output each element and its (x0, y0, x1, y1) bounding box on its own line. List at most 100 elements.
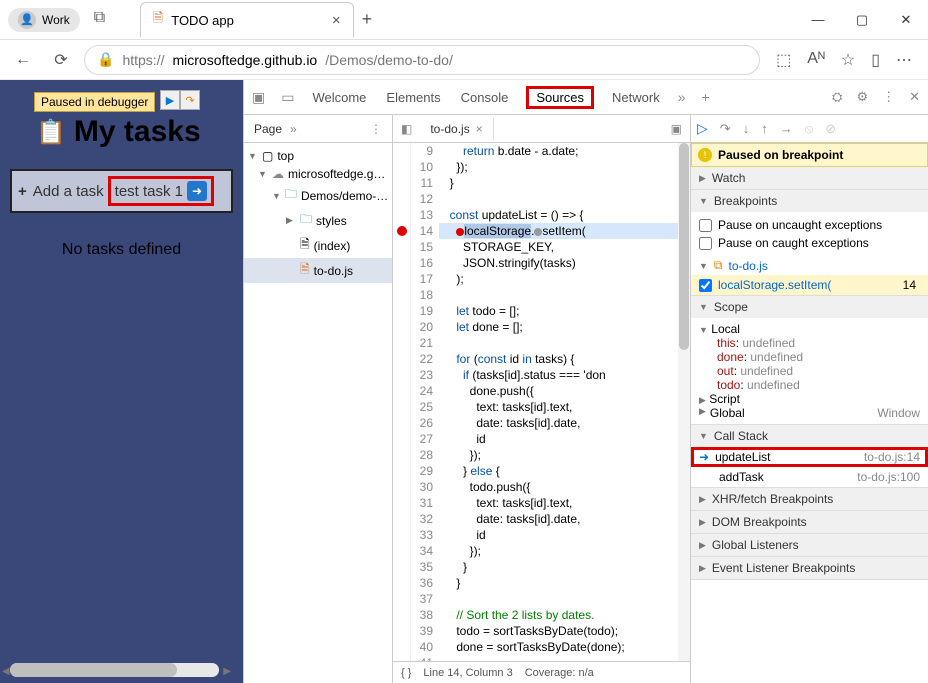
scope-var: todo: undefined (717, 378, 920, 392)
browser-tab[interactable]: 🗎 TODO app × (140, 2, 354, 37)
new-tab-button[interactable]: + (362, 9, 373, 30)
scope-script[interactable]: ▶ Script (699, 392, 920, 406)
resume-icon[interactable]: ▶ (160, 90, 180, 110)
paused-message: !Paused on breakpoint (691, 143, 928, 167)
more-tabs-icon[interactable]: » (678, 89, 686, 105)
tree-top[interactable]: ▼▢top (244, 147, 392, 165)
close-icon[interactable]: × (332, 12, 341, 29)
scope-var: out: undefined (717, 364, 920, 378)
editor-scrollbar[interactable] (678, 143, 690, 661)
task-input[interactable]: test task 1 (115, 183, 183, 200)
section-xhr[interactable]: ▶XHR/fetch Breakpoints (691, 488, 928, 510)
issues-icon[interactable]: ⛭ (832, 89, 842, 105)
kebab-icon[interactable]: ⋮ (882, 89, 895, 105)
paused-badge: Paused in debugger (34, 92, 155, 112)
close-editor-tab-icon[interactable]: × (476, 122, 483, 136)
tab-sources[interactable]: Sources (526, 86, 594, 109)
section-global-listeners[interactable]: ▶Global Listeners (691, 534, 928, 556)
bp-file-row[interactable]: ▼⧉to-do.js (691, 256, 928, 275)
section-event-listener[interactable]: ▶Event Listener Breakpoints (691, 557, 928, 579)
tab-network[interactable]: Network (610, 86, 662, 109)
address-bar: ← ⟳ 🔒 https://microsoftedge.github.io/De… (0, 40, 928, 80)
url-field[interactable]: 🔒 https://microsoftedge.github.io/Demos/… (84, 45, 760, 75)
more-icon[interactable]: ⋯ (896, 50, 912, 70)
resume-button[interactable]: ▷ (697, 120, 708, 137)
scroll-right-icon[interactable]: ▶ (223, 666, 231, 677)
tab-welcome[interactable]: Welcome (310, 86, 368, 109)
bp-entry[interactable]: localStorage.setItem(14 (691, 275, 928, 295)
tree-styles[interactable]: ▶🗀styles (244, 208, 392, 233)
refresh-button[interactable]: ⟳ (46, 50, 76, 70)
section-breakpoints[interactable]: ▼Breakpoints (691, 190, 928, 212)
navigator-toggle-icon[interactable]: ◧ (401, 122, 412, 136)
settings-icon[interactable]: ⚙ (856, 89, 868, 105)
profile-label: Work (42, 13, 70, 27)
submit-task-button[interactable]: ➜ (187, 181, 207, 201)
navigator-tab-page[interactable]: Page (254, 122, 282, 136)
add-task-form: + Add a task test task 1 ➜ (10, 169, 233, 213)
editor-pane: ◧ to-do.js× ▣ 91011121314151617181920212… (393, 115, 691, 683)
code-editor[interactable]: 9101112131415161718192021222324252627282… (393, 143, 690, 661)
step-button[interactable]: → (780, 121, 793, 136)
coverage-status: Coverage: n/a (525, 667, 594, 679)
section-callstack[interactable]: ▼Call Stack (691, 425, 928, 447)
more-nav-tabs-icon[interactable]: » (290, 122, 297, 136)
add-tab-icon[interactable]: + (702, 89, 710, 105)
cursor-position: Line 14, Column 3 (423, 667, 512, 679)
profile-button[interactable]: 👤 Work (8, 8, 80, 32)
rendered-page: Paused in debugger ▶ ↷ 📋 My tasks + Add … (0, 80, 243, 683)
tab-elements[interactable]: Elements (384, 86, 442, 109)
tab-title: TODO app (171, 13, 234, 28)
section-watch[interactable]: ▶Watch (691, 167, 928, 189)
scope-global[interactable]: ▶ GlobalWindow (699, 406, 920, 420)
section-dom[interactable]: ▶DOM Breakpoints (691, 511, 928, 533)
close-devtools-icon[interactable]: ✕ (909, 89, 920, 105)
read-aloud-icon[interactable]: Aᴺ (807, 50, 825, 70)
editor-tab[interactable]: to-do.js× (420, 118, 493, 140)
step-over-button[interactable]: ↷ (720, 121, 731, 137)
editor-statusbar: { } Line 14, Column 3 Coverage: n/a (393, 661, 690, 683)
scope-local[interactable]: ▼ Local (699, 322, 920, 336)
maximize-button[interactable]: ▢ (840, 0, 884, 40)
stack-frame[interactable]: addTaskto-do.js:100 (691, 467, 928, 487)
collections-icon[interactable]: ▯ (871, 50, 880, 70)
scope-var: done: undefined (717, 350, 920, 364)
add-task-label: Add a task (33, 183, 104, 200)
titlebar: 👤 Work ⧉ 🗎 TODO app × + — ▢ ✕ (0, 0, 928, 40)
scroll-left-icon[interactable]: ◀ (2, 666, 10, 677)
back-button[interactable]: ← (8, 51, 38, 69)
favorite-icon[interactable]: ☆ (841, 50, 855, 70)
editor-more-icon[interactable]: ▣ (663, 122, 690, 136)
pause-exceptions-button[interactable]: ⊘ (825, 121, 836, 137)
plus-icon: + (18, 183, 27, 200)
empty-state: No tasks defined (10, 241, 233, 259)
stack-frame[interactable]: ➜updateListto-do.js:14 (691, 447, 928, 467)
clipboard-icon: 📋 (36, 118, 66, 147)
deactivate-bp-button[interactable]: ⦸ (805, 121, 813, 137)
page-title: My tasks (74, 115, 201, 149)
file-tree: ▼▢top ▼☁microsoftedge.g… ▼🗀Demos/demo-… … (244, 143, 392, 287)
horizontal-scrollbar[interactable] (10, 663, 219, 677)
tree-folder[interactable]: ▼🗀Demos/demo-… (244, 183, 392, 208)
device-icon[interactable]: ▭ (281, 89, 294, 106)
inspect-icon[interactable]: ▣ (252, 89, 265, 106)
minimize-button[interactable]: — (796, 0, 840, 40)
step-over-icon[interactable]: ↷ (180, 90, 200, 110)
step-into-button[interactable]: ↓ (743, 121, 750, 136)
pause-caught-checkbox[interactable]: Pause on caught exceptions (699, 234, 920, 252)
scope-var: this: undefined (717, 336, 920, 350)
tree-domain[interactable]: ▼☁microsoftedge.g… (244, 165, 392, 183)
section-scope[interactable]: ▼Scope (691, 296, 928, 318)
tree-todojs[interactable]: 🗎to-do.js (244, 258, 392, 283)
tree-index[interactable]: 🗎(index) (244, 233, 392, 258)
navigator-kebab-icon[interactable]: ⋮ (370, 122, 382, 136)
pause-uncaught-checkbox[interactable]: Pause on uncaught exceptions (699, 216, 920, 234)
debugger-pane: ▷ ↷ ↓ ↑ → ⦸ ⊘ !Paused on breakpoint ▶Wat… (691, 115, 928, 683)
tab-console[interactable]: Console (459, 86, 511, 109)
step-out-button[interactable]: ↑ (761, 121, 768, 136)
app-icon[interactable]: ⬚ (776, 50, 791, 70)
lock-icon: 🔒 (97, 51, 114, 68)
workspace-icon[interactable]: ⧉ (94, 9, 116, 31)
brackets-icon[interactable]: { } (401, 667, 411, 679)
close-window-button[interactable]: ✕ (884, 0, 928, 40)
